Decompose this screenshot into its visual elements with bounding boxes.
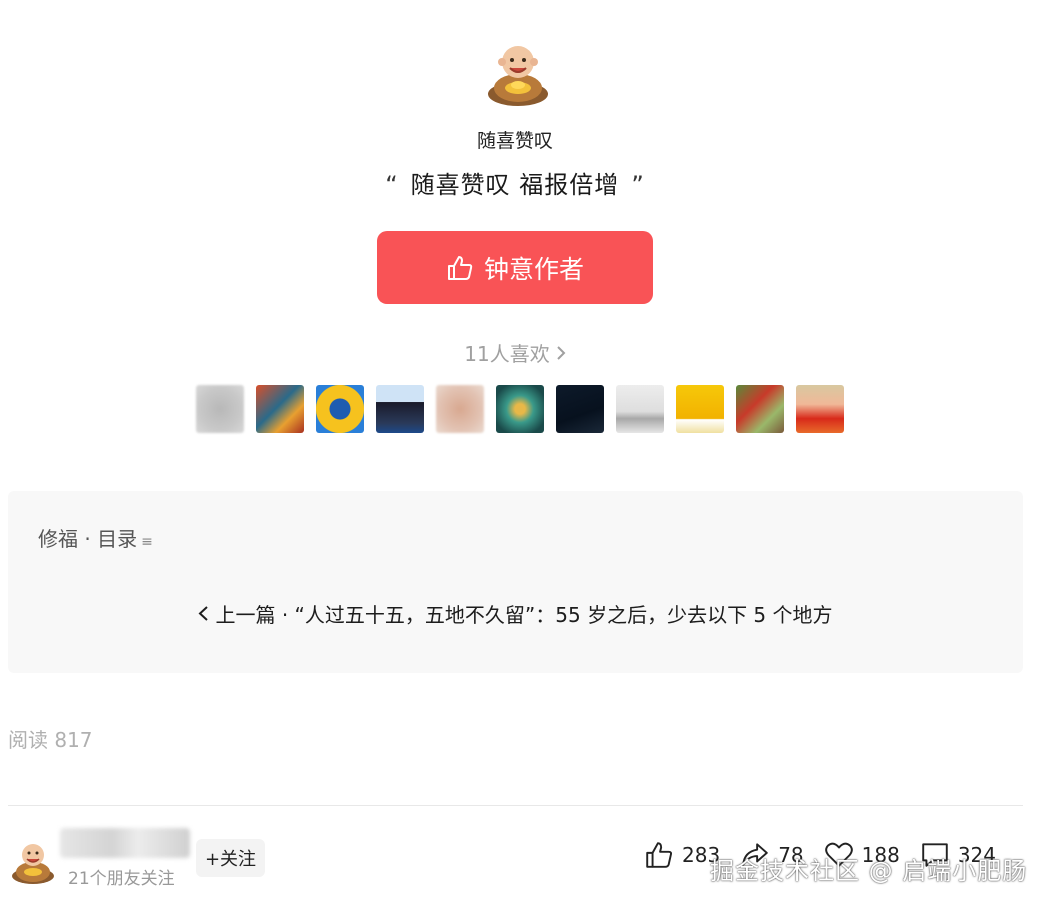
likes-count-link[interactable]: 11人喜欢 — [0, 338, 1030, 367]
fan-avatar[interactable] — [256, 385, 304, 433]
like-author-button[interactable]: 钟意作者 — [377, 231, 653, 304]
follow-button[interactable]: +关注 — [196, 839, 265, 877]
thumb-up-icon — [447, 255, 473, 280]
author-avatar[interactable] — [484, 38, 552, 106]
fan-avatar[interactable] — [676, 385, 724, 433]
fan-avatar[interactable] — [316, 385, 364, 433]
author-avatar-small[interactable] — [10, 838, 56, 884]
fan-avatar[interactable] — [736, 385, 784, 433]
prev-article-link[interactable]: 上一篇 · “人过五十五，五地不久留”：55 岁之后，少去以下 5 个地方 — [8, 599, 1023, 628]
menu-icon: ≡ — [141, 534, 153, 550]
chevron-right-icon — [556, 342, 566, 366]
quote-text: 随喜赞叹 福报倍增 — [410, 171, 620, 199]
fan-avatar[interactable] — [796, 385, 844, 433]
thumb-up-icon — [646, 842, 673, 868]
like-author-label: 钟意作者 — [483, 254, 584, 284]
fan-avatar[interactable] — [376, 385, 424, 433]
quote-open-mark: “ — [385, 171, 399, 199]
author-name-blurred — [60, 828, 190, 858]
fan-avatar[interactable] — [616, 385, 664, 433]
author-quote: “ 随喜赞叹 福报倍增 ” — [0, 165, 1030, 200]
catalog-title[interactable]: 修福 · 目录 ≡ — [38, 523, 153, 552]
fan-avatar[interactable] — [556, 385, 604, 433]
catalog-title-text: 修福 · 目录 — [38, 527, 138, 551]
likes-count-label: 11人喜欢 — [464, 342, 550, 366]
catalog-panel: 修福 · 目录 ≡ 上一篇 · “人过五十五，五地不久留”：55 岁之后，少去以下… — [8, 491, 1023, 673]
read-count: 阅读 817 — [8, 728, 93, 752]
fan-avatar[interactable] — [196, 385, 244, 433]
fan-avatar[interactable] — [436, 385, 484, 433]
fans-avatar-list — [196, 385, 844, 433]
like-action[interactable]: 283 — [644, 840, 720, 870]
fan-avatar[interactable] — [496, 385, 544, 433]
author-name[interactable]: 随喜赞叹 — [0, 126, 1030, 153]
watermark: 掘金技术社区 @ 启端小肥肠 — [710, 857, 1028, 885]
prev-article-label: 上一篇 · “人过五十五，五地不久留”：55 岁之后，少去以下 5 个地方 — [215, 603, 833, 627]
friends-following-count: 21个朋友关注 — [68, 869, 175, 889]
chevron-left-icon — [198, 603, 209, 627]
quote-close-mark: ” — [631, 171, 645, 199]
divider — [8, 805, 1023, 806]
